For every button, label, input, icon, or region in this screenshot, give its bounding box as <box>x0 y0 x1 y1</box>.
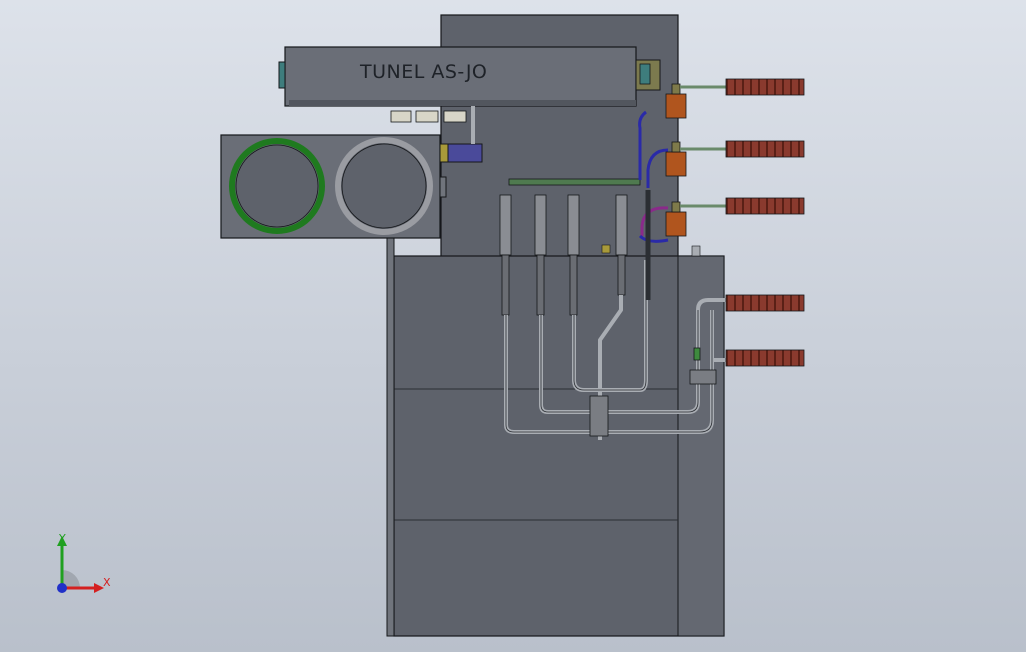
red-connector-2[interactable] <box>725 140 805 158</box>
valve-1[interactable] <box>665 93 687 119</box>
green-fan-ring[interactable] <box>229 138 325 234</box>
red-connector-4[interactable] <box>725 294 805 312</box>
valve-3[interactable] <box>665 211 687 237</box>
small-plate-1 <box>390 110 412 123</box>
small-plate-2 <box>415 110 439 123</box>
green-valve[interactable] <box>693 347 701 361</box>
title-plate-label: TUNEL AS-JO <box>359 61 487 83</box>
blue-pump[interactable] <box>445 143 483 163</box>
red-connector-3[interactable] <box>725 197 805 215</box>
coordinate-triad: Y X <box>50 530 120 602</box>
model-drawing: TUNEL AS-JO <box>220 14 805 637</box>
connector-leads <box>680 85 726 208</box>
filter-column-1[interactable] <box>499 194 512 256</box>
title-plate-right-block-inner <box>639 63 651 85</box>
triad-svg: Y X <box>57 532 111 593</box>
valves <box>665 83 687 237</box>
title-plate-shadow <box>289 100 636 106</box>
small-gray-tag <box>691 245 701 257</box>
small-plate-3 <box>443 110 467 123</box>
left-support-post <box>386 237 395 637</box>
small-yellow-tag <box>601 244 611 254</box>
cabinet-side-panel <box>677 255 725 637</box>
gray-fan-ring[interactable] <box>335 137 433 235</box>
filter-column-3[interactable] <box>567 194 580 256</box>
triad-z-origin <box>57 583 67 593</box>
title-plate-left-cap <box>278 61 286 89</box>
triad-x-label: X <box>103 576 111 589</box>
red-connector-5[interactable] <box>725 349 805 367</box>
triad-y-label: Y <box>58 532 66 545</box>
cad-viewport[interactable]: TUNEL AS-JO Y X <box>0 0 1026 652</box>
filter-column-4[interactable] <box>615 194 628 256</box>
bottom-junction <box>589 395 609 437</box>
tee-block <box>689 369 717 385</box>
red-connectors <box>725 78 805 367</box>
valve-2[interactable] <box>665 151 687 177</box>
filter-column-2[interactable] <box>534 194 547 256</box>
manifold-bar[interactable] <box>508 178 641 186</box>
blue-pump-cap <box>439 143 449 163</box>
lower-cabinet[interactable] <box>393 255 725 637</box>
red-connector-1[interactable] <box>725 78 805 96</box>
fan-housing-tab <box>439 176 447 198</box>
